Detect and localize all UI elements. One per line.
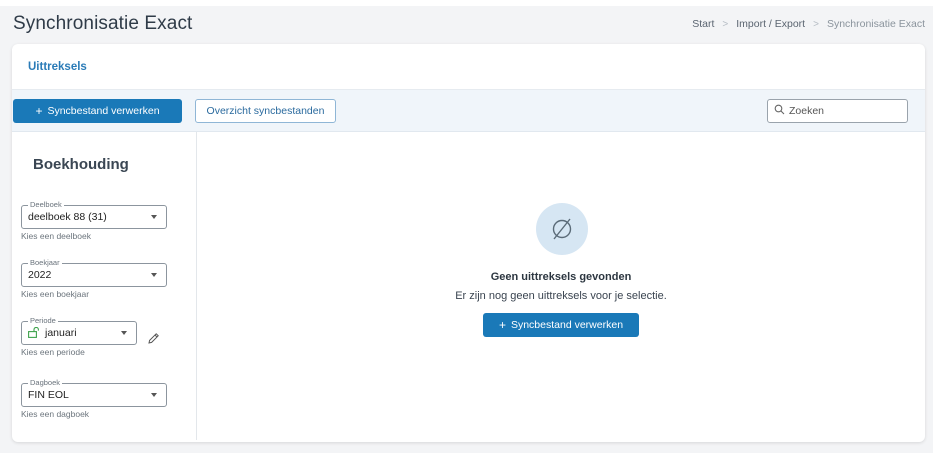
empty-set-icon	[536, 203, 588, 255]
boekjaar-select[interactable]: Boekjaar 2022	[21, 258, 167, 287]
empty-state: Geen uittreksels gevonden Er zijn nog ge…	[197, 132, 925, 440]
unlock-icon	[28, 326, 40, 341]
plus-icon: +	[35, 104, 43, 118]
page-title: Synchronisatie Exact	[13, 13, 193, 34]
toolbar: + Syncbestand verwerken Overzicht syncbe…	[12, 90, 925, 132]
deelboek-helper: Kies een deelboek	[21, 231, 91, 241]
periode-value: januari	[45, 327, 77, 339]
pencil-icon[interactable]	[147, 332, 160, 350]
deelboek-legend: Deelboek	[28, 200, 64, 210]
breadcrumb-import-export[interactable]: Import / Export	[736, 18, 805, 30]
syncfile-overview-button[interactable]: Overzicht syncbestanden	[195, 99, 336, 123]
boekjaar-field: Boekjaar 2022 Kies een boekjaar	[21, 258, 167, 299]
dagboek-select[interactable]: Dagboek FIN EOL	[21, 378, 167, 407]
periode-field: Periode januari Kies een periode	[21, 316, 137, 357]
periode-select[interactable]: Periode januari	[21, 316, 137, 345]
statements-card: Uittreksels + Syncbestand verwerken Over…	[12, 44, 925, 442]
caret-down-icon	[121, 331, 127, 335]
boekjaar-legend: Boekjaar	[28, 258, 62, 268]
dagboek-helper: Kies een dagboek	[21, 409, 90, 419]
empty-state-text: Er zijn nog geen uittreksels voor je sel…	[455, 290, 667, 302]
process-syncfile-label: Syncbestand verwerken	[47, 105, 160, 117]
plus-icon: +	[498, 318, 506, 332]
top-bar	[0, 0, 933, 6]
dagboek-value: FIN EOL	[28, 389, 69, 401]
process-syncfile-button[interactable]: + Syncbestand verwerken	[13, 99, 182, 123]
breadcrumb-start[interactable]: Start	[692, 18, 714, 30]
deelboek-select[interactable]: Deelboek deelboek 88 (31)	[21, 200, 167, 229]
search-input[interactable]	[789, 105, 899, 117]
dagboek-legend: Dagboek	[28, 378, 63, 388]
chevron-right-icon: >	[813, 18, 819, 30]
empty-state-title: Geen uittreksels gevonden	[490, 271, 632, 283]
empty-process-syncfile-button[interactable]: + Syncbestand verwerken	[483, 313, 639, 337]
deelboek-value: deelboek 88 (31)	[28, 211, 107, 223]
boekjaar-value: 2022	[28, 269, 52, 281]
boekjaar-helper: Kies een boekjaar	[21, 289, 90, 299]
dagboek-field: Dagboek FIN EOL Kies een dagboek	[21, 378, 167, 419]
caret-down-icon	[151, 393, 157, 397]
breadcrumb-current: Synchronisatie Exact	[826, 18, 925, 30]
deelboek-field: Deelboek deelboek 88 (31) Kies een deelb…	[21, 200, 167, 241]
search-box[interactable]	[767, 99, 908, 123]
chevron-right-icon: >	[722, 18, 729, 30]
content-area: Boekhouding Deelboek deelboek 88 (31) Ki…	[12, 132, 925, 440]
sidebar-title: Boekhouding	[33, 156, 129, 173]
caret-down-icon	[151, 215, 157, 219]
card-header: Uittreksels	[12, 44, 925, 90]
empty-process-syncfile-label: Syncbestand verwerken	[510, 319, 624, 331]
card-title: Uittreksels	[28, 60, 87, 73]
accounting-sidebar: Boekhouding Deelboek deelboek 88 (31) Ki…	[12, 132, 197, 440]
search-icon	[774, 102, 785, 120]
breadcrumb: Start > Import / Export > Synchronisatie…	[692, 18, 925, 30]
periode-legend: Periode	[28, 316, 58, 326]
periode-helper: Kies een periode	[21, 347, 85, 357]
caret-down-icon	[151, 273, 157, 277]
